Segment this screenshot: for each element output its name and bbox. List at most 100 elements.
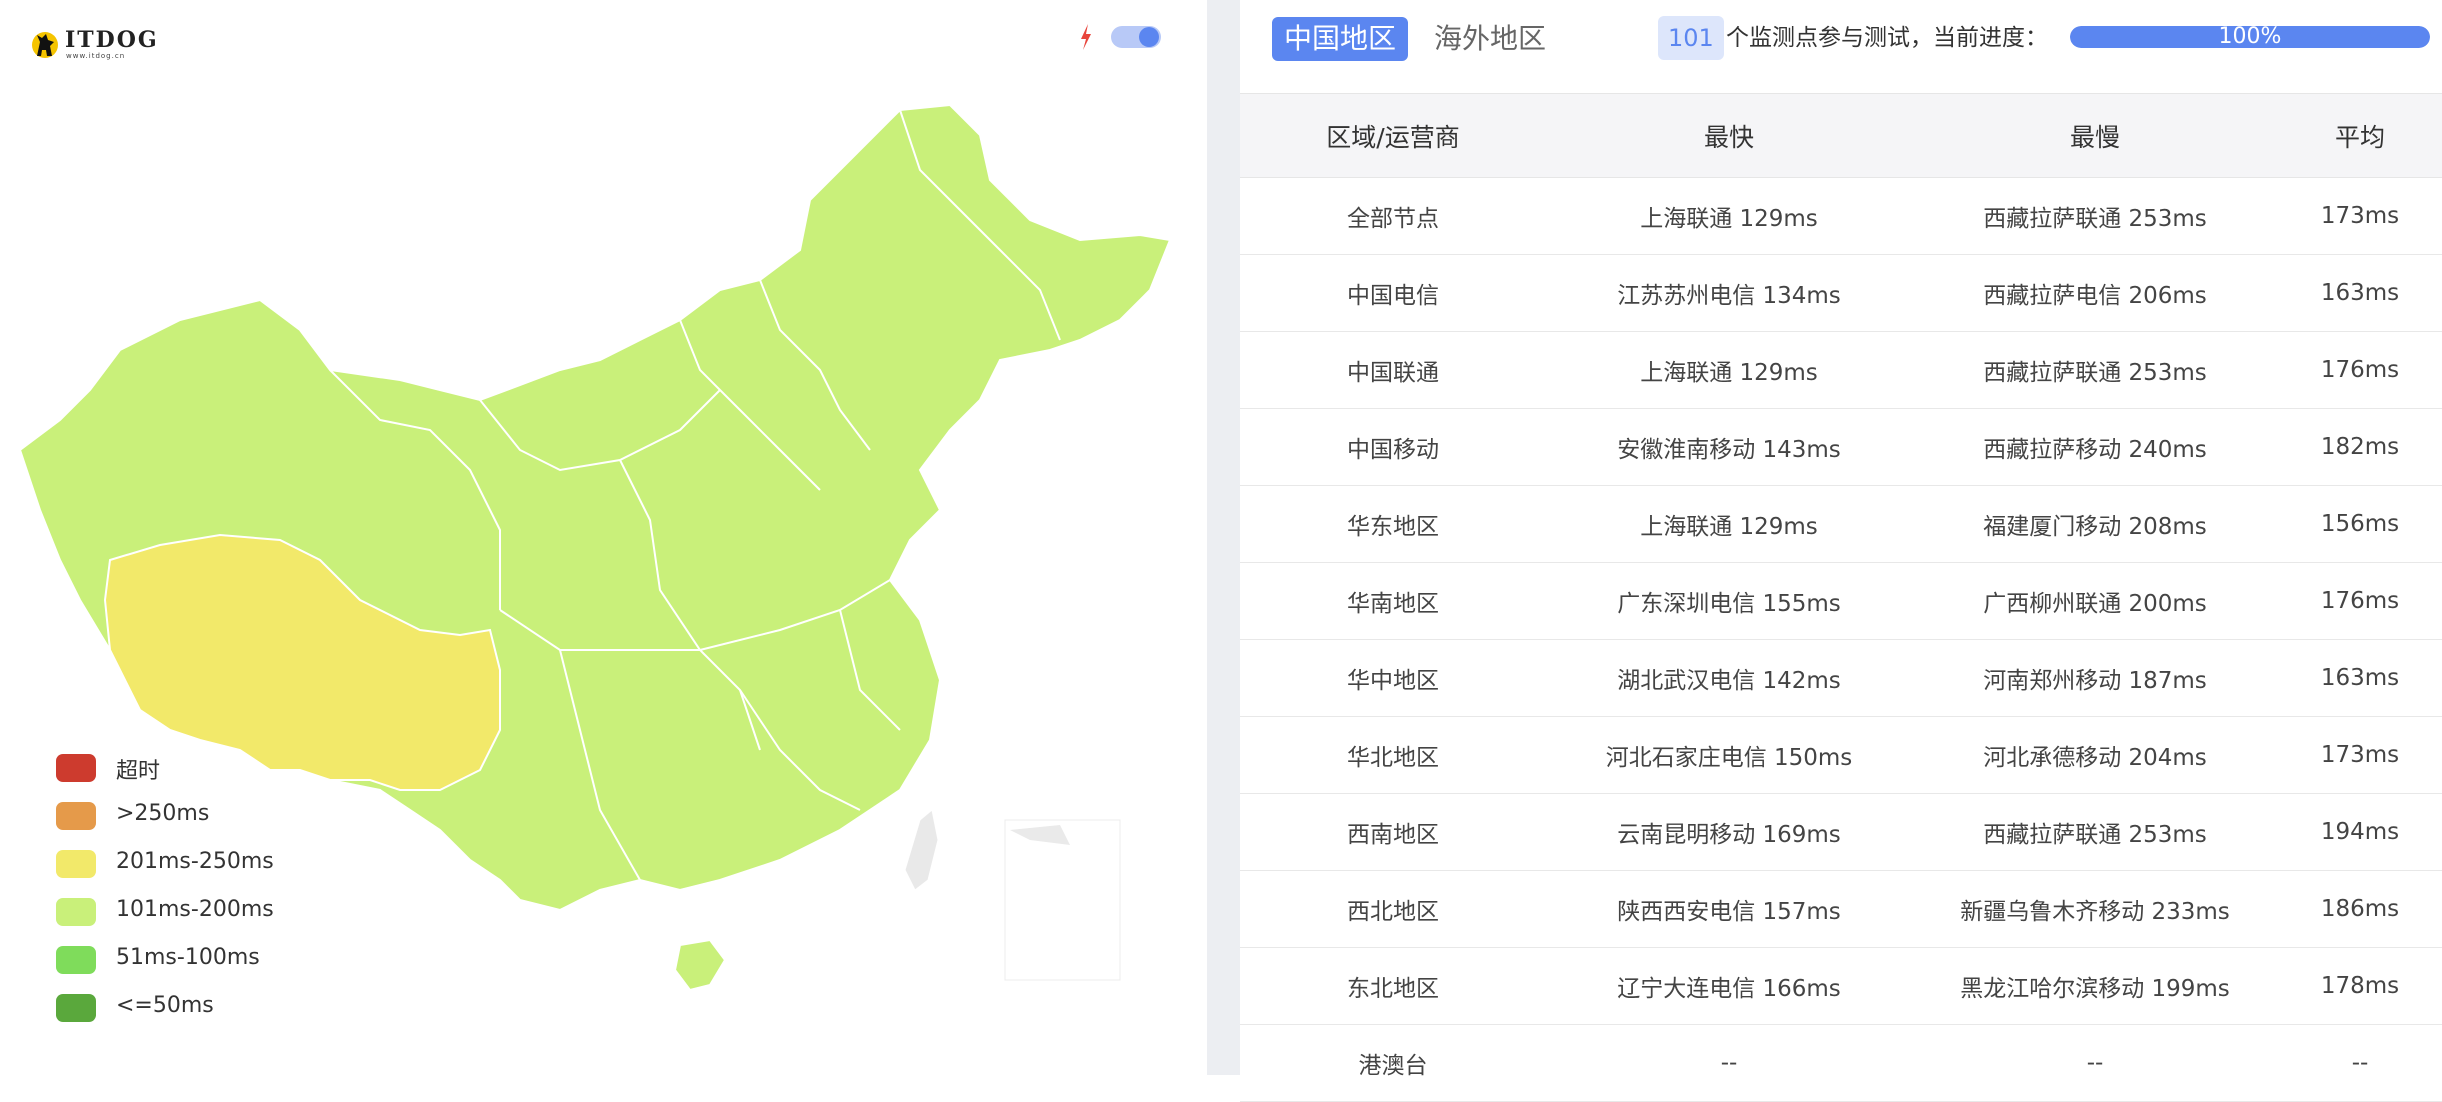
cell-region: 中国电信 [1240,254,1546,332]
legend-label: 51ms-100ms [116,945,260,970]
table-row: 西南地区 云南昆明移动 169ms 西藏拉萨联通 253ms 194ms [1240,793,2442,871]
cell-region: 西南地区 [1240,793,1546,871]
table-header-row: 区域/运营商 最快 最慢 平均 [1240,93,2442,178]
legend-swatch [56,994,96,1022]
toggle-knob [1139,27,1159,47]
cell-region: 港澳台 [1240,1024,1546,1102]
legend-label: >250ms [116,801,210,826]
lightning-icon [1081,24,1091,50]
dog-logo-icon [32,32,58,58]
table-row: 东北地区 辽宁大连电信 166ms 黑龙江哈尔滨移动 199ms 178ms [1240,947,2442,1025]
cell-slowest: 新疆乌鲁木齐移动 233ms [1912,870,2278,948]
panel-divider [1207,0,1240,1075]
legend-item-over-250: >250ms [56,798,356,846]
cell-average: 178ms [2278,947,2442,1025]
results-panel: 中国地区 海外地区 101 个监测点参与测试，当前进度： 100% 区域/运营商… [1240,0,2442,1102]
table-row: 华中地区 湖北武汉电信 142ms 河南郑州移动 187ms 163ms [1240,639,2442,717]
legend-item-101-200: 101ms-200ms [56,894,356,942]
map-toggle-area [1078,22,1163,52]
cell-fastest: 上海联通 129ms [1546,331,1912,409]
legend-swatch [56,898,96,926]
legend-item-timeout: 超时 [56,750,356,798]
cell-slowest: 西藏拉萨联通 253ms [1912,331,2278,409]
cell-slowest: 河南郑州移动 187ms [1912,639,2278,717]
legend-item-51-100: 51ms-100ms [56,942,356,990]
cell-fastest: 云南昆明移动 169ms [1546,793,1912,871]
progress-area: 101 个监测点参与测试，当前进度： 100% [1658,16,2438,60]
cell-average: 156ms [2278,485,2442,563]
header-average: 平均 [2278,93,2442,178]
cell-fastest: 河北石家庄电信 150ms [1546,716,1912,794]
progress-bar: 100% [2070,26,2430,48]
header-region: 区域/运营商 [1240,93,1546,178]
cell-slowest: 福建厦门移动 208ms [1912,485,2278,563]
legend-label: 101ms-200ms [116,897,274,922]
legend-label: 201ms-250ms [116,849,274,874]
cell-slowest: -- [1912,1024,2278,1102]
legend-label: <=50ms [116,993,214,1018]
table-row: 全部节点 上海联通 129ms 西藏拉萨联通 253ms 173ms [1240,177,2442,255]
cell-region: 华东地区 [1240,485,1546,563]
cell-average: 182ms [2278,408,2442,486]
table-row: 华东地区 上海联通 129ms 福建厦门移动 208ms 156ms [1240,485,2442,563]
legend-swatch [56,802,96,830]
cell-slowest: 西藏拉萨联通 253ms [1912,177,2278,255]
cell-slowest: 西藏拉萨联通 253ms [1912,793,2278,871]
cell-region: 东北地区 [1240,947,1546,1025]
tab-overseas-region[interactable]: 海外地区 [1422,17,1558,61]
header-fastest: 最快 [1546,93,1912,178]
header-slowest: 最慢 [1912,93,2278,178]
cell-average: 163ms [2278,254,2442,332]
tab-china-region[interactable]: 中国地区 [1272,17,1409,61]
results-table: 区域/运营商 最快 最慢 平均 全部节点 上海联通 129ms 西藏拉萨联通 253… [1240,93,2442,1102]
cell-average: 176ms [2278,331,2442,409]
map-region-taiwan [904,809,939,891]
cell-slowest: 西藏拉萨移动 240ms [1912,408,2278,486]
cell-region: 华北地区 [1240,716,1546,794]
logo-subtext: www.itdog.cn [66,52,126,60]
table-body: 全部节点 上海联通 129ms 西藏拉萨联通 253ms 173ms 中国电信 江苏苏州电… [1240,177,2442,1102]
cell-fastest: 辽宁大连电信 166ms [1546,947,1912,1025]
table-row: 中国移动 安徽淮南移动 143ms 西藏拉萨移动 240ms 182ms [1240,408,2442,486]
cell-region: 全部节点 [1240,177,1546,255]
legend-swatch [56,754,96,782]
cell-slowest: 河北承德移动 204ms [1912,716,2278,794]
cell-average: 173ms [2278,177,2442,255]
cell-region: 华中地区 [1240,639,1546,717]
cell-region: 华南地区 [1240,562,1546,640]
legend-swatch [56,946,96,974]
cell-fastest: 广东深圳电信 155ms [1546,562,1912,640]
table-row: 中国电信 江苏苏州电信 134ms 西藏拉萨电信 206ms 163ms [1240,254,2442,332]
cell-fastest: 上海联通 129ms [1546,485,1912,563]
map-mode-toggle[interactable] [1111,26,1161,48]
cell-slowest: 广西柳州联通 200ms [1912,562,2278,640]
cell-fastest: 安徽淮南移动 143ms [1546,408,1912,486]
latency-legend: 超时 >250ms 201ms-250ms 101ms-200ms 51ms-1… [56,750,356,1038]
table-row: 华北地区 河北石家庄电信 150ms 河北承德移动 204ms 173ms [1240,716,2442,794]
legend-item-201-250: 201ms-250ms [56,846,356,894]
cell-fastest: 上海联通 129ms [1546,177,1912,255]
map-panel: ITDOG www.itdog.cn 超时 >250ms 201ms-250ms… [0,0,1207,1075]
itdog-logo: ITDOG www.itdog.cn [28,24,158,64]
cell-region: 西北地区 [1240,870,1546,948]
progress-label: 100% [2218,26,2282,48]
logo-text: ITDOG [65,27,159,53]
inset-land [1010,825,1070,845]
cell-region: 中国移动 [1240,408,1546,486]
cell-average: 163ms [2278,639,2442,717]
cell-fastest: 江苏苏州电信 134ms [1546,254,1912,332]
cell-average: -- [2278,1024,2442,1102]
cell-region: 中国联通 [1240,331,1546,409]
cell-slowest: 黑龙江哈尔滨移动 199ms [1912,947,2278,1025]
table-row: 中国联通 上海联通 129ms 西藏拉萨联通 253ms 176ms [1240,331,2442,409]
table-row: 港澳台 -- -- -- [1240,1024,2442,1102]
progress-text: 个监测点参与测试，当前进度： [1726,25,2048,51]
cell-average: 186ms [2278,870,2442,948]
table-row: 西北地区 陕西西安电信 157ms 新疆乌鲁木齐移动 233ms 186ms [1240,870,2442,948]
cell-average: 176ms [2278,562,2442,640]
legend-label: 超时 [116,759,161,784]
map-region-hainan [673,938,727,992]
cell-fastest: 湖北武汉电信 142ms [1546,639,1912,717]
table-row: 华南地区 广东深圳电信 155ms 广西柳州联通 200ms 176ms [1240,562,2442,640]
cell-slowest: 西藏拉萨电信 206ms [1912,254,2278,332]
